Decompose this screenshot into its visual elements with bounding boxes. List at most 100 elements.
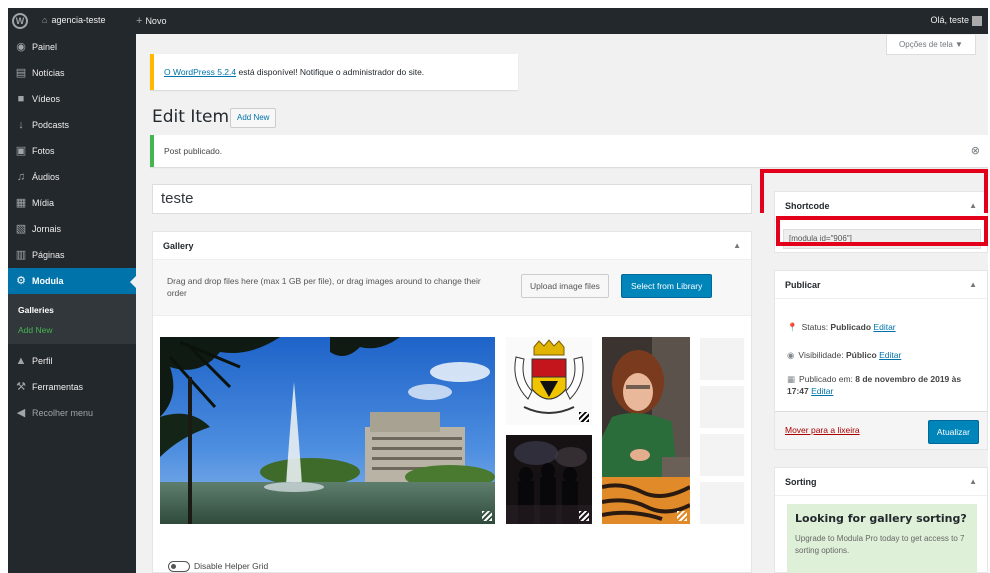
publish-actions: Mover para a lixeira Atualizar: [775, 411, 987, 449]
sidebar-item-label: Ferramentas: [32, 382, 84, 392]
toggle-switch[interactable]: [168, 561, 190, 573]
fountain-photo: [160, 337, 495, 524]
sorting-heading: Sorting: [785, 477, 817, 487]
sidebar-item-label: Jornais: [32, 224, 62, 234]
sidebar-item-label: Painel: [32, 42, 58, 52]
sidebar-item-podcasts[interactable]: ↓ Podcasts: [8, 112, 136, 138]
sidebar-item-audios[interactable]: ♫ Áudios: [8, 164, 136, 190]
resize-handle-icon[interactable]: [481, 510, 493, 522]
sidebar-item-midia[interactable]: ▦ Mídia: [8, 190, 136, 216]
image-icon: ▣: [15, 145, 27, 157]
wordpress-logo-icon[interactable]: W: [12, 13, 28, 29]
sidebar-item-recolher-menu[interactable]: ◀ Recolher menu: [8, 400, 136, 426]
collapse-arrow-icon[interactable]: ▲: [969, 468, 977, 496]
wp-admin-frame: W ⌂ agencia-teste + Novo Olá, teste ◉ Paine…: [8, 8, 988, 573]
published-row: ▦ Publicado em: 8 de novembro de 2019 às …: [787, 373, 983, 397]
sidebar-item-fotos[interactable]: ▣ Fotos: [8, 138, 136, 164]
dismiss-icon[interactable]: ⊗: [971, 135, 980, 167]
gallery-image-coat-of-arms[interactable]: [506, 337, 592, 425]
calendar-icon: ▦: [787, 374, 796, 384]
screen-options-button[interactable]: Opções de tela ▼: [886, 35, 976, 55]
update-link[interactable]: O WordPress 5.2.4: [164, 67, 236, 77]
submenu-add-new[interactable]: Add New: [8, 320, 136, 340]
sidebar-item-label: Perfil: [32, 356, 53, 366]
edit-visibility-link[interactable]: Editar: [879, 350, 901, 360]
sidebar-item-label: Fotos: [32, 146, 55, 156]
eye-icon: ◉: [787, 350, 795, 360]
title-input[interactable]: teste: [152, 184, 752, 214]
visibility-value: Público: [846, 350, 877, 360]
newspaper-icon: ▧: [15, 223, 27, 235]
gallery-heading: Gallery: [163, 241, 194, 251]
dashboard-icon: ◉: [16, 41, 26, 53]
sorting-metabox: Sorting ▲ Looking for gallery sorting? Up…: [774, 467, 988, 573]
new-content-link[interactable]: + Novo: [136, 15, 166, 27]
plus-icon: +: [136, 15, 143, 27]
posts-icon: ▤: [15, 67, 27, 79]
status-label: Status:: [801, 322, 831, 332]
collapse-arrow-icon[interactable]: ▲: [733, 232, 741, 260]
sidebar-item-jornais[interactable]: ▧ Jornais: [8, 216, 136, 242]
helper-grid-label: Disable Helper Grid: [194, 561, 269, 571]
sidebar-item-perfil[interactable]: ▲ Perfil: [8, 348, 136, 374]
sidebar-item-label: Podcasts: [32, 120, 70, 130]
collapse-icon: ◀: [16, 407, 26, 419]
status-row: 📍 Status: Publicado Editar: [787, 321, 896, 333]
sidebar-item-ferramentas[interactable]: ⚒ Ferramentas: [8, 374, 136, 400]
visibility-label: Visibilidade:: [798, 350, 846, 360]
helper-grid-toggle[interactable]: Disable Helper Grid: [168, 561, 269, 573]
pages-icon: ▥: [15, 249, 27, 261]
update-notice: O WordPress 5.2.4 está disponível! Notif…: [150, 54, 518, 90]
music-icon: ♫: [16, 171, 26, 183]
upload-image-files-button[interactable]: Upload image files: [521, 274, 609, 298]
gallery-image-crowd[interactable]: [506, 435, 592, 524]
media-icon: ▦: [15, 197, 27, 209]
published-label: Publicado em:: [799, 374, 856, 384]
visibility-row: ◉ Visibilidade: Público Editar: [787, 349, 901, 361]
promo-body: Upgrade to Modula Pro today to get acces…: [795, 534, 965, 555]
sidebar-item-label: Modula: [32, 276, 64, 286]
sidebar-item-modula[interactable]: ⚙ Modula: [8, 268, 136, 294]
submenu-galleries[interactable]: Galleries: [8, 300, 136, 320]
publish-metabox-header[interactable]: Publicar ▲: [775, 271, 987, 299]
resize-handle-icon[interactable]: [578, 411, 590, 423]
resize-handle-icon[interactable]: [676, 510, 688, 522]
highlight-box: [760, 169, 988, 213]
howdy-label: Olá, teste: [930, 15, 969, 25]
video-icon: ■: [17, 93, 25, 105]
sidebar-item-videos[interactable]: ■ Vídeos: [8, 86, 136, 112]
sorting-upgrade-promo: Looking for gallery sorting? Upgrade to …: [787, 504, 977, 573]
highlight-box: [776, 216, 988, 246]
wrench-icon: ⚒: [16, 381, 26, 393]
gallery-metabox-header[interactable]: Gallery ▲: [153, 232, 751, 260]
collapse-arrow-icon[interactable]: ▲: [969, 271, 977, 299]
avatar: [972, 15, 982, 26]
site-name-link[interactable]: ⌂ agencia-teste: [42, 15, 105, 25]
sidebar-item-label: Notícias: [32, 68, 65, 78]
select-from-library-button[interactable]: Select from Library: [621, 274, 713, 298]
promo-title: Looking for gallery sorting?: [795, 512, 967, 525]
admin-bar: W ⌂ agencia-teste + Novo Olá, teste: [8, 8, 988, 34]
gallery-image-fountain[interactable]: [160, 337, 495, 524]
publish-metabox: Publicar ▲ 📍 Status: Publicado Editar ◉ Vis…: [774, 270, 988, 450]
edit-status-link[interactable]: Editar: [873, 322, 895, 332]
sidebar-item-noticias[interactable]: ▤ Notícias: [8, 60, 136, 86]
new-label: Novo: [145, 16, 167, 26]
edit-date-link[interactable]: Editar: [811, 386, 833, 396]
gallery-uploader: Drag and drop files here (max 1 GB per f…: [153, 260, 751, 316]
woman-photo: [602, 337, 690, 524]
move-to-trash-link[interactable]: Mover para a lixeira: [785, 425, 860, 435]
admin-sidebar: ◉ Painel ▤ Notícias ■ Vídeos ↓ Podcasts ▣ Fotos ♫ Á…: [8, 34, 136, 573]
update-button[interactable]: Atualizar: [927, 420, 979, 444]
grid-placeholder: [700, 482, 744, 524]
sidebar-item-paginas[interactable]: ▥ Páginas: [8, 242, 136, 268]
drag-drop-hint: Drag and drop files here (max 1 GB per f…: [167, 276, 481, 298]
resize-handle-icon[interactable]: [578, 510, 590, 522]
gallery-image-woman[interactable]: [602, 337, 690, 524]
sorting-metabox-header[interactable]: Sorting ▲: [775, 468, 987, 496]
account-menu[interactable]: Olá, teste: [930, 15, 982, 26]
add-new-button[interactable]: Add New: [230, 108, 277, 128]
grid-placeholder: [700, 434, 744, 476]
sidebar-item-painel[interactable]: ◉ Painel: [8, 34, 136, 60]
sidebar-item-label: Recolher menu: [32, 408, 94, 418]
